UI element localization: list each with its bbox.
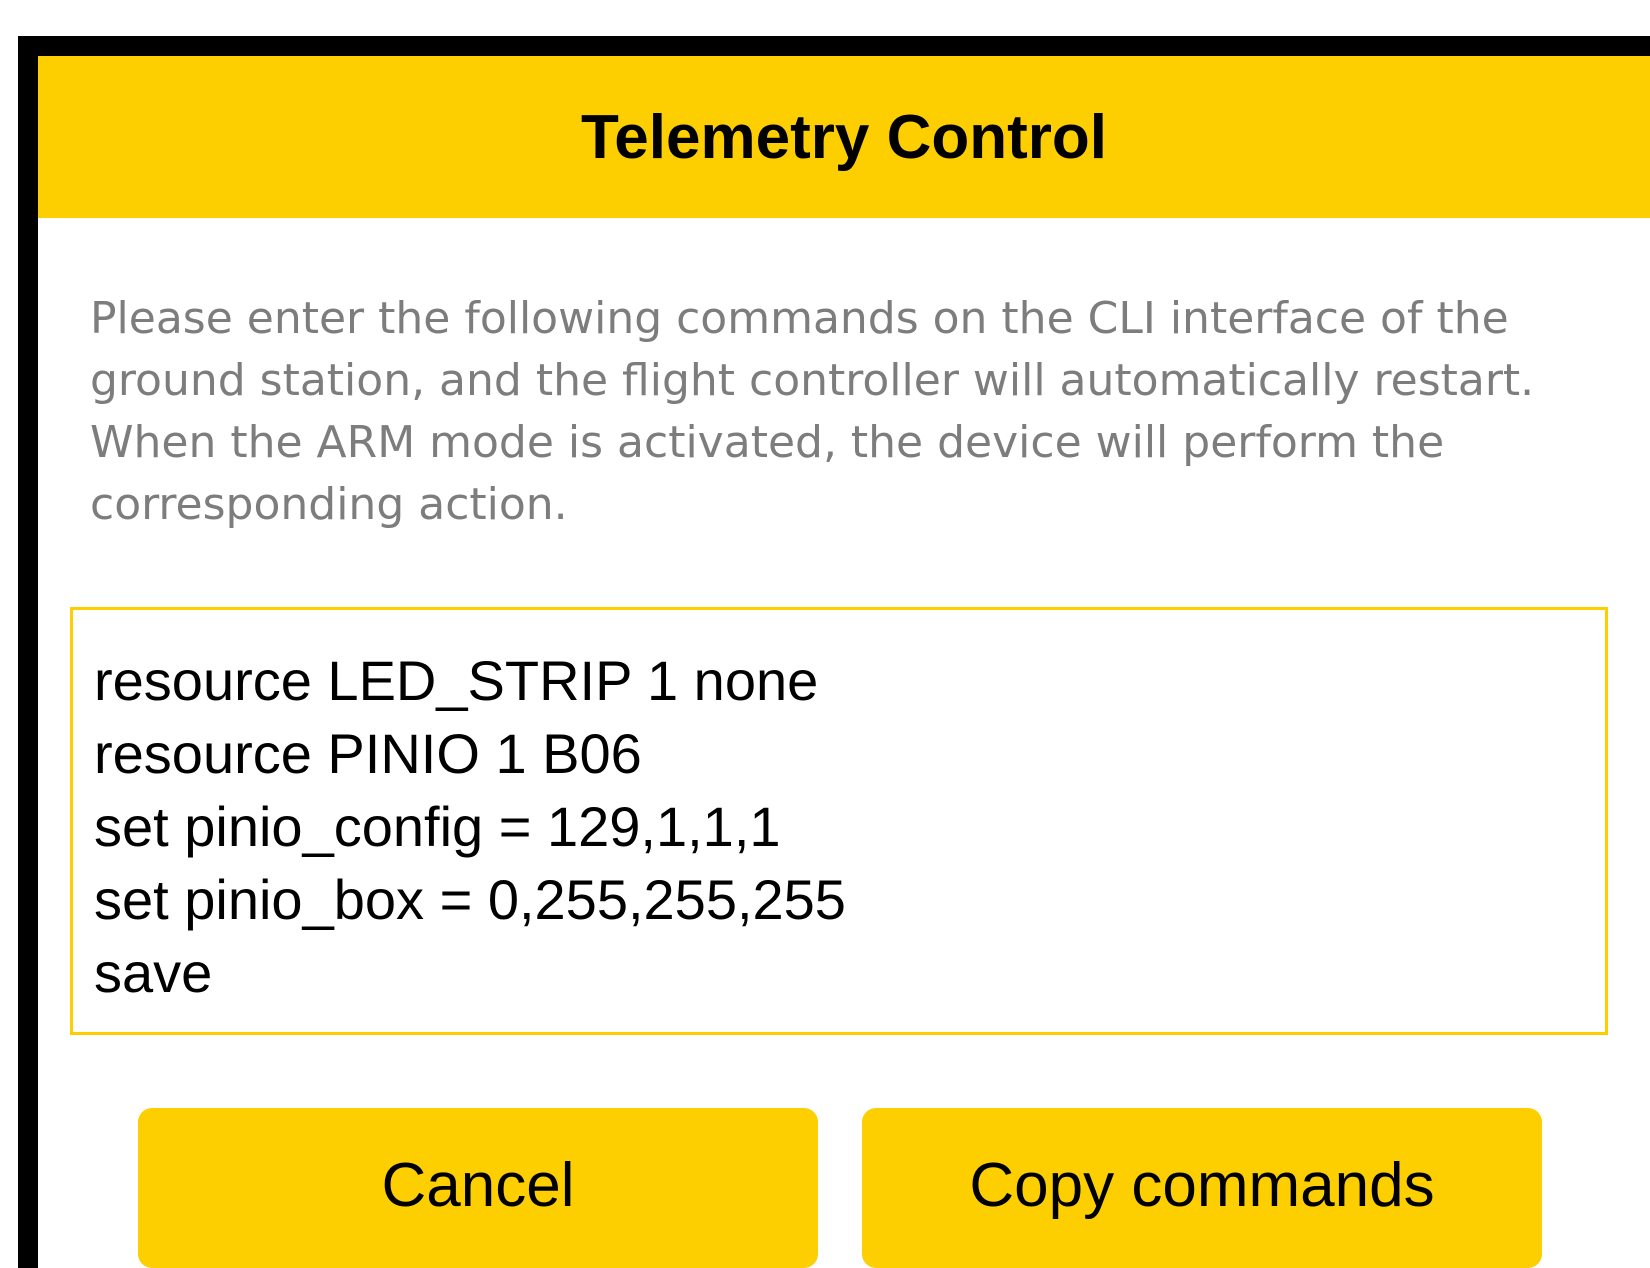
dialog-title: Telemetry Control [581,102,1107,172]
telemetry-control-dialog: Telemetry Control Please enter the follo… [38,56,1650,1268]
copy-commands-button[interactable]: Copy commands [862,1108,1542,1268]
command-box[interactable]: resource LED_STRIP 1 none resource PINIO… [70,607,1608,1035]
dialog-message: Please enter the following commands on t… [90,293,1535,530]
command-line: resource PINIO 1 B06 [94,722,642,785]
command-line: save [94,941,213,1004]
dialog-button-row: Cancel Copy commands [38,1108,1650,1268]
dialog-header: Telemetry Control [38,56,1650,218]
command-line: set pinio_box = 0,255,255,255 [94,868,846,931]
command-line: set pinio_config = 129,1,1,1 [94,795,781,858]
command-line: resource LED_STRIP 1 none [94,649,819,712]
cancel-button[interactable]: Cancel [138,1108,818,1268]
